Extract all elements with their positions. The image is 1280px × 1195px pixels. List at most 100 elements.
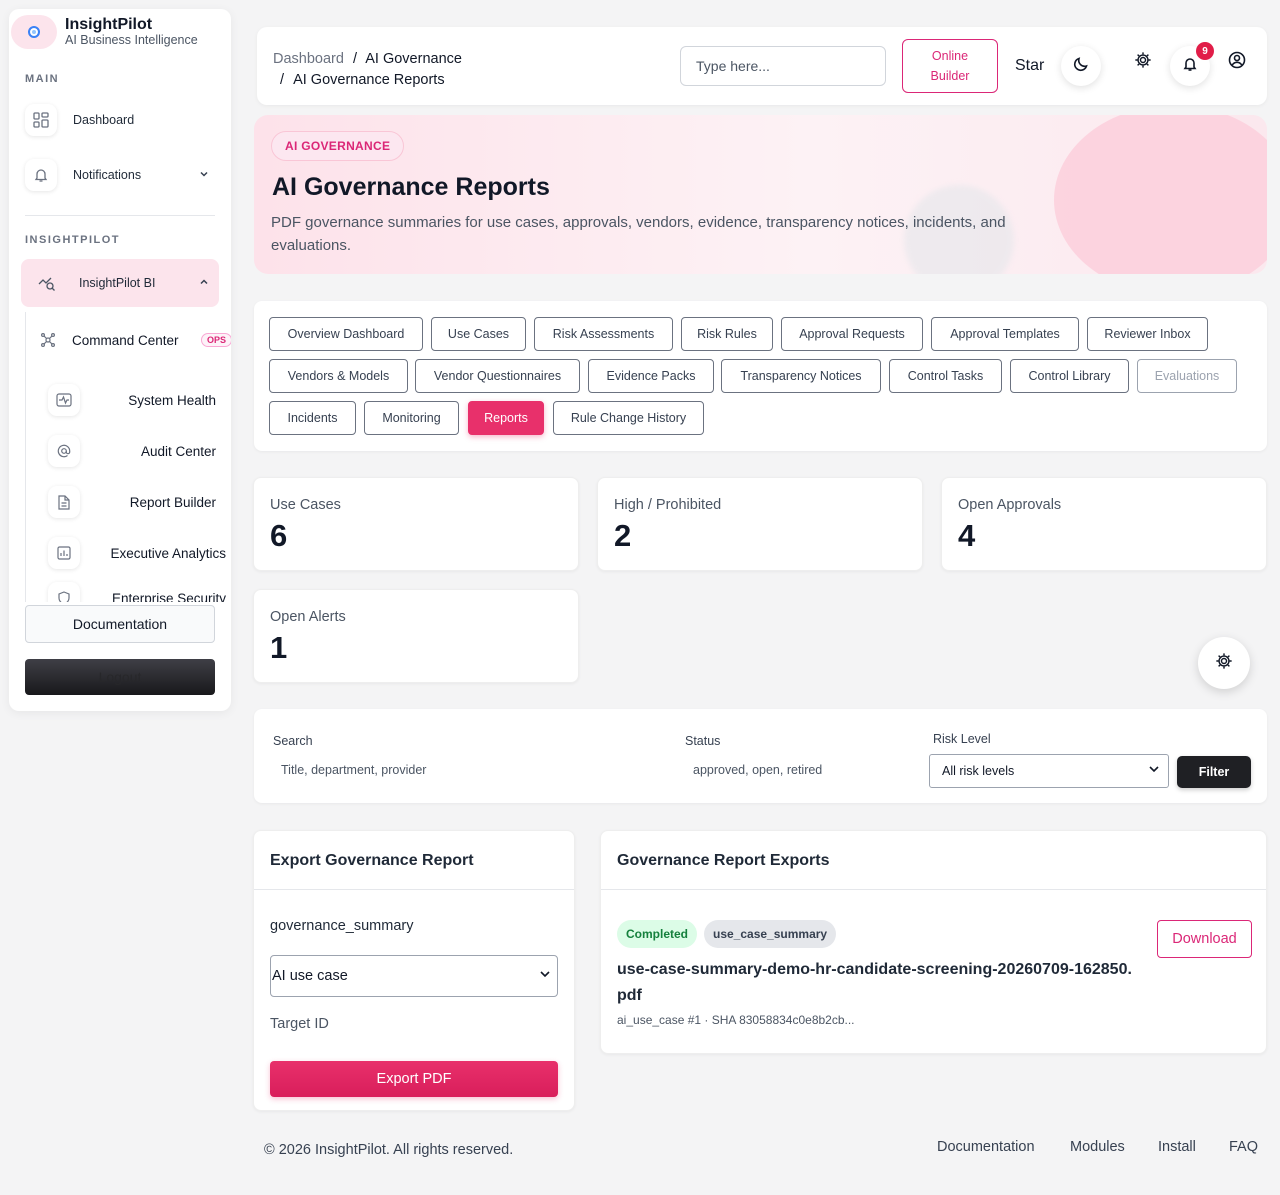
- target-type-select[interactable]: AI use case: [270, 955, 558, 997]
- status-label: Status: [685, 734, 721, 748]
- tab-risk-rules[interactable]: Risk Rules: [681, 317, 773, 351]
- tab-risk-assessments[interactable]: Risk Assessments: [534, 317, 673, 351]
- footer-link-modules[interactable]: Modules: [1070, 1139, 1125, 1155]
- bell-icon: [25, 159, 57, 191]
- filter-search-input[interactable]: [281, 763, 661, 777]
- tab-vendor-questionnaires[interactable]: Vendor Questionnaires: [415, 359, 580, 393]
- sidebar-subitem-executive-analytics[interactable]: Executive Analytics: [48, 535, 226, 571]
- topbar: Dashboard / AI Governance / AI Governanc…: [257, 27, 1267, 105]
- footer-link-install[interactable]: Install: [1158, 1139, 1196, 1155]
- tab-incidents[interactable]: Incidents: [269, 401, 356, 435]
- report-type-label: governance_summary: [270, 918, 414, 934]
- user-profile-button[interactable]: [1225, 50, 1249, 74]
- section-title-main: MAIN: [25, 73, 60, 85]
- risk-level-select[interactable]: All risk levels: [929, 754, 1169, 788]
- sidebar-subitem-report-builder[interactable]: Report Builder: [48, 484, 216, 520]
- breadcrumb: Dashboard / AI Governance / AI Governanc…: [273, 49, 462, 91]
- sidebar-subitem-audit-center[interactable]: Audit Center: [48, 433, 216, 469]
- export-file-meta: ai_use_case #1 · SHA 83058834c0e8b2cb...: [617, 1013, 855, 1027]
- chevron-down-icon: [539, 968, 551, 984]
- brand-name: InsightPilot: [65, 16, 153, 33]
- dark-mode-toggle[interactable]: [1061, 46, 1101, 86]
- notifications-button[interactable]: 9: [1170, 42, 1214, 86]
- governance-report-exports-card: Governance Report Exports Completed use_…: [600, 830, 1267, 1054]
- sidebar-subitem-system-health[interactable]: System Health: [48, 382, 216, 418]
- breadcrumb-ai-governance[interactable]: AI Governance: [365, 51, 462, 67]
- footer-link-documentation[interactable]: Documentation: [937, 1139, 1035, 1155]
- footer-copyright: © 2026 InsightPilot. All rights reserved…: [264, 1142, 514, 1158]
- report-type-badge: use_case_summary: [704, 920, 837, 948]
- stat-label: High / Prohibited: [614, 497, 722, 513]
- footer-link-faq[interactable]: FAQ: [1229, 1139, 1258, 1155]
- governance-tabs: Overview Dashboard Use Cases Risk Assess…: [254, 301, 1267, 451]
- tab-approval-requests[interactable]: Approval Requests: [781, 317, 923, 351]
- tab-use-cases[interactable]: Use Cases: [431, 317, 526, 351]
- chevron-down-icon: [1148, 763, 1160, 778]
- stat-card-open-approvals: Open Approvals 4: [941, 477, 1267, 571]
- tab-evaluations[interactable]: Evaluations: [1137, 359, 1237, 393]
- tab-control-library[interactable]: Control Library: [1010, 359, 1129, 393]
- logout-button[interactable]: Logout: [25, 659, 215, 695]
- card-title: Export Governance Report: [254, 831, 574, 890]
- sidebar-subitem-label: System Health: [128, 392, 216, 408]
- target-type-value: AI use case: [272, 968, 348, 984]
- export-pdf-button[interactable]: Export PDF: [270, 1061, 558, 1097]
- settings-button[interactable]: [1131, 50, 1155, 74]
- tab-control-tasks[interactable]: Control Tasks: [889, 359, 1002, 393]
- export-governance-report-card: Export Governance Report governance_summ…: [253, 830, 575, 1111]
- online-builder-label-1: Online: [931, 49, 969, 63]
- star-link[interactable]: Star: [1015, 57, 1044, 75]
- documentation-button[interactable]: Documentation: [25, 605, 215, 643]
- sidebar-item-label: Dashboard: [73, 113, 135, 127]
- sidebar-item-dashboard[interactable]: Dashboard: [25, 96, 219, 144]
- online-builder-button[interactable]: Online Builder: [902, 39, 998, 93]
- risk-level-value: All risk levels: [942, 764, 1015, 778]
- breadcrumb-current: AI Governance Reports: [293, 72, 445, 88]
- risk-level-label: Risk Level: [933, 732, 991, 746]
- bell-icon: [1182, 56, 1198, 77]
- sidebar-item-insightpilot-bi[interactable]: InsightPilot BI: [21, 259, 219, 307]
- tab-transparency-notices[interactable]: Transparency Notices: [721, 359, 881, 393]
- grid-icon: [25, 104, 57, 136]
- breadcrumb-dashboard[interactable]: Dashboard: [273, 51, 344, 67]
- filter-button[interactable]: Filter: [1177, 756, 1251, 788]
- tab-reviewer-inbox[interactable]: Reviewer Inbox: [1087, 317, 1208, 351]
- download-button[interactable]: Download: [1157, 920, 1252, 958]
- target-id-label[interactable]: Target ID: [270, 1016, 329, 1032]
- notification-count-badge: 9: [1196, 42, 1214, 60]
- tab-approval-templates[interactable]: Approval Templates: [931, 317, 1079, 351]
- tab-vendors-models[interactable]: Vendors & Models: [269, 359, 408, 393]
- pulse-icon: [48, 384, 80, 416]
- document-icon: [48, 486, 80, 518]
- brand[interactable]: InsightPilot AI Business Intelligence: [9, 9, 231, 53]
- gear-icon: [1215, 652, 1233, 675]
- floating-settings-button[interactable]: [1198, 637, 1250, 689]
- stat-card-use-cases: Use Cases 6: [253, 477, 579, 571]
- tab-rule-change-history[interactable]: Rule Change History: [553, 401, 704, 435]
- filter-status-input[interactable]: [693, 763, 913, 777]
- stat-label: Use Cases: [270, 497, 341, 513]
- sidebar-subitem-label: Report Builder: [129, 494, 216, 510]
- export-file-name: use-case-summary-demo-hr-candidate-scree…: [617, 961, 1132, 1004]
- sidebar-subitem-command-center[interactable]: Command Center OPS: [32, 322, 231, 358]
- decorative-circle: [1054, 115, 1267, 274]
- sidebar-subitem-enterprise-security[interactable]: Enterprise Security: [48, 580, 226, 602]
- ops-badge: OPS: [200, 333, 231, 347]
- online-builder-label-2: Builder: [930, 69, 970, 83]
- filter-panel: Search Status Risk Level All risk levels…: [254, 709, 1267, 803]
- sidebar: InsightPilot AI Business Intelligence MA…: [9, 9, 231, 711]
- search-input[interactable]: [680, 46, 886, 86]
- analytics-icon: [31, 267, 63, 299]
- chevron-down-icon: [199, 168, 209, 182]
- stat-value: 1: [270, 630, 288, 665]
- sidebar-item-notifications[interactable]: Notifications: [25, 151, 219, 199]
- gear-icon: [1134, 51, 1152, 74]
- tab-monitoring[interactable]: Monitoring: [364, 401, 459, 435]
- sidebar-subitem-label: Command Center: [72, 332, 179, 348]
- tab-overview-dashboard[interactable]: Overview Dashboard: [269, 317, 423, 351]
- stat-label: Open Approvals: [958, 497, 1062, 513]
- tab-evidence-packs[interactable]: Evidence Packs: [588, 359, 714, 393]
- hero-banner: AI GOVERNANCE AI Governance Reports PDF …: [254, 115, 1267, 274]
- page-title: AI Governance Reports: [272, 173, 550, 201]
- tab-reports[interactable]: Reports: [468, 401, 544, 435]
